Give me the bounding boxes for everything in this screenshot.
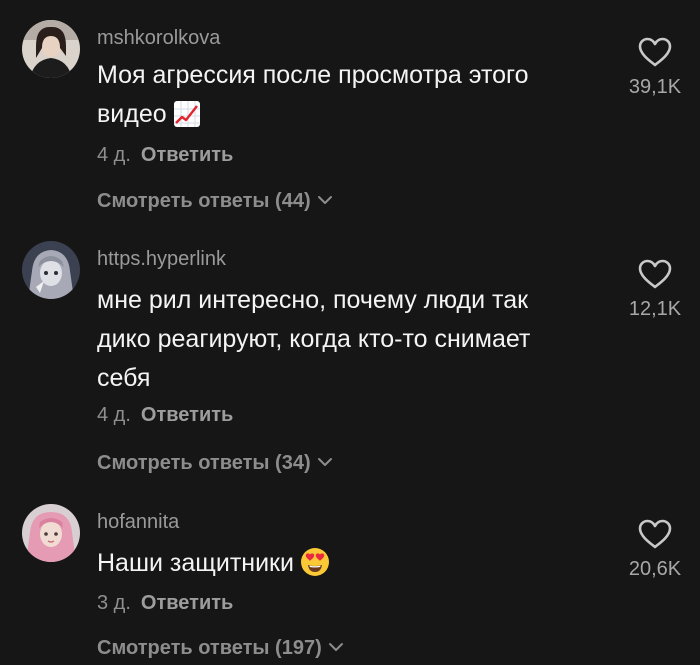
comment-item: hofannita Наши защитники 3 д. Ответить См… <box>0 0 700 665</box>
heart-outline-icon <box>638 519 672 549</box>
avatar[interactable] <box>22 504 80 562</box>
comment-text: Наши защитники <box>97 544 597 589</box>
like-count: 20,6K <box>628 558 682 580</box>
comment-text-content: Наши защитники <box>97 549 294 577</box>
chevron-down-icon <box>328 635 344 658</box>
view-replies-button[interactable]: Смотреть ответы (197) <box>97 635 344 660</box>
reply-button[interactable]: Ответить <box>141 592 233 614</box>
comment-meta: 3 д. Ответить <box>97 592 233 615</box>
heart-eyes-emoji-icon <box>300 547 330 589</box>
comment-username[interactable]: hofannita <box>97 511 179 534</box>
like-button[interactable]: 20,6K <box>612 518 698 581</box>
comment-time: 3 д. <box>97 592 131 614</box>
view-replies-label: Смотреть ответы (197) <box>97 637 322 659</box>
